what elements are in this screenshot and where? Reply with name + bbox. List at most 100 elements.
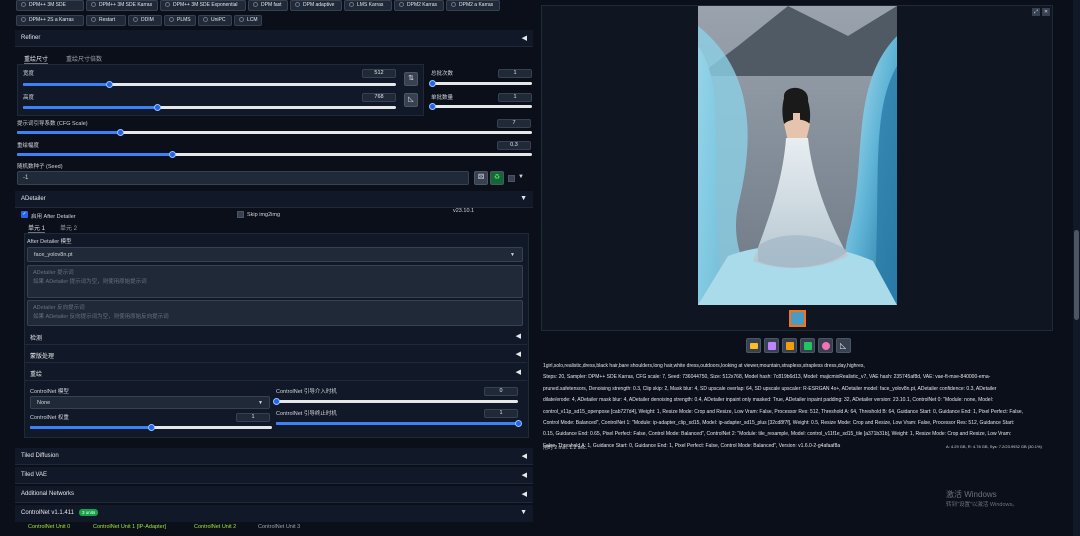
- controlnet-accordion[interactable]: ControlNet v1.1.411 3 units ▼: [15, 505, 533, 522]
- batch-count-slider[interactable]: [429, 80, 532, 87]
- sampler-option[interactable]: PLMS: [164, 15, 196, 26]
- chevron-down-icon: ▼: [510, 252, 515, 258]
- sampler-option[interactable]: DPM++ 2S a Karras: [16, 15, 84, 26]
- slider-handle[interactable]: [168, 151, 176, 158]
- radio-icon: [451, 2, 456, 7]
- open-folder-button[interactable]: [746, 338, 761, 353]
- width-slider[interactable]: [23, 81, 396, 88]
- random-seed-button[interactable]: ⚄: [474, 171, 488, 185]
- scrollbar-thumb[interactable]: [1074, 230, 1079, 320]
- generated-image[interactable]: [698, 6, 897, 305]
- reuse-seed-button[interactable]: ♻: [490, 171, 504, 185]
- slider-handle[interactable]: [148, 424, 155, 431]
- controlnet-weight-slider[interactable]: [30, 424, 272, 431]
- detection-accordion[interactable]: 检测 ◀: [24, 328, 527, 345]
- tab-resize-by[interactable]: 重绘尺寸倍数: [66, 54, 102, 63]
- zip-button[interactable]: [782, 338, 797, 353]
- save-button[interactable]: [764, 338, 779, 353]
- sampler-option[interactable]: DPM++ 3M SDE Exponential: [160, 0, 246, 11]
- slider-handle[interactable]: [429, 103, 436, 110]
- controlnet-start-slider[interactable]: [273, 398, 518, 405]
- additional-networks-accordion[interactable]: Additional Networks ◀: [15, 486, 533, 503]
- controlnet-end-slider[interactable]: [276, 420, 522, 427]
- tiled-diffusion-accordion[interactable]: Tiled Diffusion ◀: [15, 448, 533, 465]
- archive-icon: [786, 342, 794, 350]
- controlnet-start-label: ControlNet 引导介入时机: [276, 389, 337, 395]
- gallery-thumbnail[interactable]: [789, 310, 806, 327]
- controlnet-end-input[interactable]: 1: [484, 409, 518, 418]
- swap-icon: ⇅: [408, 75, 414, 82]
- refiner-accordion[interactable]: Refiner ◀: [15, 30, 533, 47]
- tab-resize-to[interactable]: 重绘尺寸: [24, 54, 49, 64]
- tiled-vae-accordion[interactable]: Tiled VAE ◀: [15, 467, 533, 484]
- sampler-option[interactable]: DPM++ 3M SDE: [16, 0, 84, 11]
- denoise-slider[interactable]: [17, 151, 532, 158]
- cfg-slider[interactable]: [17, 129, 532, 136]
- radio-icon: [399, 2, 404, 7]
- cfg-label: 提示词引导系数 (CFG Scale): [17, 121, 88, 127]
- extra-seed-checkbox[interactable]: [508, 175, 515, 182]
- close-icon[interactable]: ✕: [1042, 8, 1050, 16]
- sampler-option[interactable]: Restart: [86, 15, 126, 26]
- expand-icon[interactable]: ▼: [518, 174, 524, 180]
- radio-icon: [253, 2, 258, 7]
- send-to-inpaint-button[interactable]: [818, 338, 833, 353]
- enable-adetailer-checkbox[interactable]: ✓: [21, 211, 28, 218]
- adetailer-negative-prompt[interactable]: ADetailer 反向提示词 如果 ADetailer 反向提示词为空，则使用…: [27, 300, 523, 326]
- slider-handle[interactable]: [429, 80, 436, 87]
- batch-count-input[interactable]: 1: [498, 69, 532, 78]
- fullscreen-icon[interactable]: ⤢: [1032, 8, 1040, 16]
- sampler-option[interactable]: LCM: [234, 15, 262, 26]
- vram-usage: A: 4.29 GB, R: 4.78 GB, Sys: 7.2/23.9932…: [946, 444, 1042, 449]
- controlnet-weight-input[interactable]: 1: [236, 413, 270, 422]
- chevron-down-icon: ▼: [258, 400, 263, 406]
- page-scrollbar[interactable]: [1073, 0, 1080, 536]
- height-slider[interactable]: [23, 104, 396, 111]
- batch-count-label: 总批次数: [431, 71, 454, 77]
- sampler-option[interactable]: DPM2 Karras: [394, 0, 444, 11]
- cfg-input[interactable]: 7: [497, 119, 531, 128]
- inpaint-accordion[interactable]: 重绘 ◀: [24, 364, 527, 381]
- adetailer-accordion[interactable]: ADetailer ▼: [15, 191, 533, 208]
- expand-icon: ▼: [520, 509, 527, 516]
- model-select[interactable]: face_yolov8n.pt ▼: [27, 247, 523, 262]
- radio-icon: [239, 17, 244, 22]
- sampler-option[interactable]: LMS Karras: [344, 0, 392, 11]
- height-input[interactable]: 768: [362, 93, 396, 102]
- generation-params: Steps: 20, Sampler: DPM++ SDE Karras, CF…: [543, 374, 1023, 449]
- slider-handle[interactable]: [105, 81, 113, 88]
- sampler-option[interactable]: UniPC: [198, 15, 232, 26]
- denoise-input[interactable]: 0.3: [497, 141, 531, 150]
- controlnet-start-input[interactable]: 0: [484, 387, 518, 396]
- batch-size-input[interactable]: 1: [498, 93, 532, 102]
- sampler-option[interactable]: DPM fast: [248, 0, 288, 11]
- tab-unit-1[interactable]: 单元 1: [28, 223, 46, 233]
- collapse-icon: ◀: [521, 453, 527, 460]
- slider-handle[interactable]: [273, 398, 280, 405]
- batch-size-slider[interactable]: [429, 103, 532, 110]
- palette-icon: [822, 342, 830, 350]
- swap-dimensions-button[interactable]: ⇅: [404, 72, 418, 86]
- seed-input[interactable]: -1: [17, 171, 469, 185]
- skip-img2img-label: Skip img2img: [247, 212, 281, 218]
- sampler-option[interactable]: DPM++ 3M SDE Karras: [86, 0, 158, 11]
- tab-controlnet-unit-3[interactable]: ControlNet Unit 3: [258, 524, 300, 530]
- sampler-option[interactable]: DPM2 a Karras: [446, 0, 500, 11]
- tab-controlnet-unit-0[interactable]: ControlNet Unit 0: [28, 524, 70, 530]
- tab-controlnet-unit-1[interactable]: ControlNet Unit 1 [IP-Adapter]: [93, 524, 166, 530]
- mask-accordion[interactable]: 蒙版处理 ◀: [24, 346, 527, 363]
- send-to-extras-button[interactable]: ◺: [836, 338, 851, 353]
- tab-unit-2[interactable]: 单元 2: [60, 223, 77, 232]
- slider-handle[interactable]: [117, 129, 124, 136]
- slider-handle[interactable]: [515, 420, 522, 427]
- sampler-option[interactable]: DDIM: [128, 15, 162, 26]
- width-input[interactable]: 512: [362, 69, 396, 78]
- controlnet-model-label: ControlNet 模型: [30, 389, 69, 395]
- adetailer-prompt[interactable]: ADetailer 提示词 如果 ADetailer 提示词为空，则使用原始提示…: [27, 265, 523, 298]
- sampler-option[interactable]: DPM adaptive: [290, 0, 342, 11]
- send-to-img2img-button[interactable]: [800, 338, 815, 353]
- tab-controlnet-unit-2[interactable]: ControlNet Unit 2: [194, 524, 236, 530]
- detect-size-button[interactable]: ◺: [404, 93, 418, 107]
- skip-img2img-checkbox[interactable]: [237, 211, 244, 218]
- controlnet-model-select[interactable]: None ▼: [30, 396, 270, 409]
